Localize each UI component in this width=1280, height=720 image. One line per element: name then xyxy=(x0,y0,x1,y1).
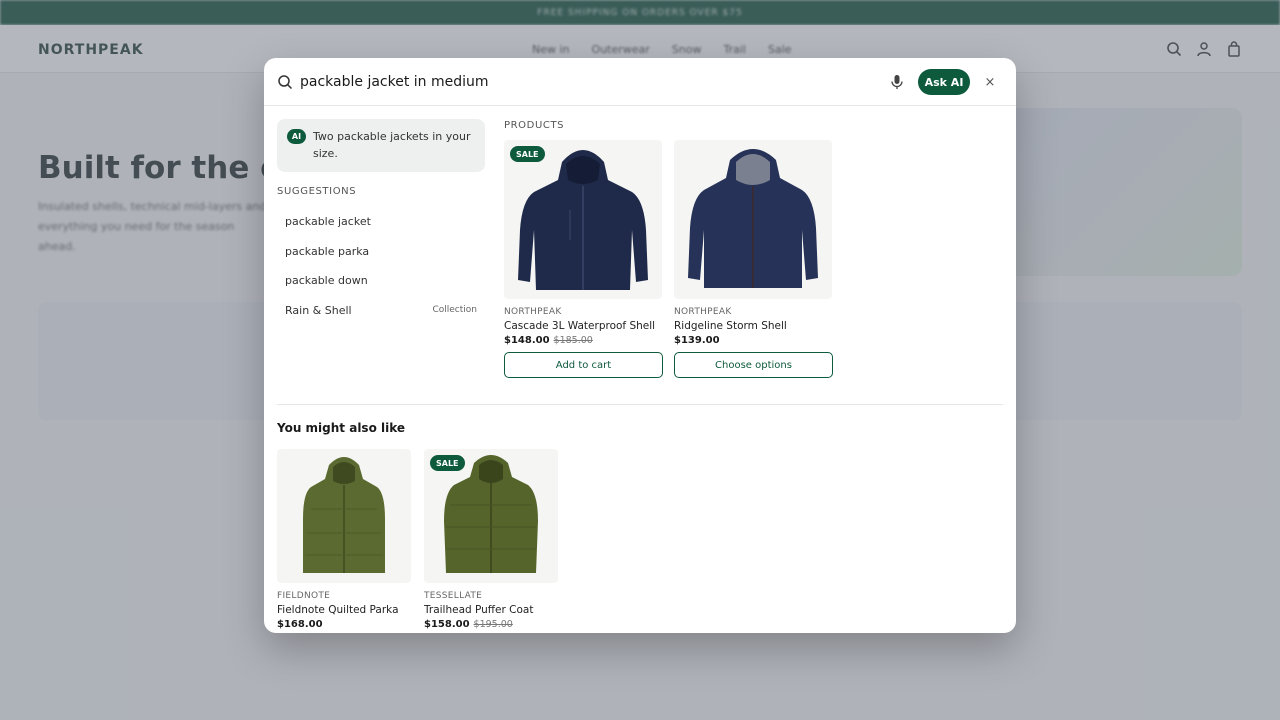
ai-answer-text: Two packable jackets in your size. xyxy=(313,130,471,160)
suggestion-item[interactable]: packable down xyxy=(277,267,485,293)
product-brand: NORTHPEAK xyxy=(674,307,732,317)
suggestion-item[interactable]: Rain & Shell Collection xyxy=(277,297,485,323)
product-brand: TESSELLATE xyxy=(424,591,483,601)
recommendation-card[interactable]: SALE TESSELLATE Trailhead Puffer Coat $1… xyxy=(424,449,560,630)
sale-badge: SALE xyxy=(510,146,545,162)
product-card[interactable]: SALE NORTHPEAK Cascade 3L Waterproof She… xyxy=(504,140,664,378)
product-price: $139.00 xyxy=(674,335,720,346)
product-price-row: $158.00 $195.00 xyxy=(424,619,560,630)
suggestion-item[interactable]: packable parka xyxy=(277,238,485,264)
search-icon xyxy=(278,75,293,90)
search-bar: Ask AI × xyxy=(264,58,1016,106)
parka-image xyxy=(303,457,385,573)
product-brand: FIELDNOTE xyxy=(277,591,331,601)
product-name[interactable]: Ridgeline Storm Shell xyxy=(674,320,834,332)
close-icon[interactable]: × xyxy=(982,74,998,90)
product-price: $148.00 xyxy=(504,335,550,346)
suggestions-heading: SUGGESTIONS xyxy=(277,186,357,197)
product-old-price: $185.00 xyxy=(553,335,593,346)
product-price-row: $168.00 xyxy=(277,619,413,630)
ai-answer: AI Two packable jackets in your size. xyxy=(277,119,485,172)
section-divider xyxy=(277,404,1003,405)
search-input[interactable] xyxy=(300,70,860,94)
products-heading: PRODUCTS xyxy=(504,120,565,131)
suggestion-label: Rain & Shell xyxy=(285,303,352,317)
product-image[interactable]: SALE xyxy=(424,449,558,583)
product-image[interactable]: SALE xyxy=(504,140,662,299)
suggestion-label: packable down xyxy=(285,273,368,287)
search-modal: Ask AI × AI Two packable jackets in your… xyxy=(264,58,1016,633)
suggestion-label: packable jacket xyxy=(285,214,371,228)
also-like-heading: You might also like xyxy=(277,421,406,435)
product-image[interactable] xyxy=(674,140,832,299)
product-name[interactable]: Cascade 3L Waterproof Shell xyxy=(504,320,664,332)
suggestion-tag: Collection xyxy=(432,305,477,315)
product-price-row: $148.00 $185.00 xyxy=(504,335,664,346)
product-price: $158.00 xyxy=(424,619,470,630)
microphone-icon[interactable] xyxy=(890,74,904,90)
ai-badge: AI xyxy=(287,129,306,144)
jacket-image xyxy=(688,149,818,288)
product-old-price: $195.00 xyxy=(473,619,513,630)
ask-ai-button[interactable]: Ask AI xyxy=(918,69,970,95)
recommendation-card[interactable]: FIELDNOTE Fieldnote Quilted Parka $168.0… xyxy=(277,449,413,630)
suggestion-label: packable parka xyxy=(285,244,370,258)
product-image[interactable] xyxy=(277,449,411,583)
product-name[interactable]: Fieldnote Quilted Parka xyxy=(277,604,413,616)
suggestion-item[interactable]: packable jacket xyxy=(277,208,485,234)
sale-badge: SALE xyxy=(430,455,465,471)
product-brand: NORTHPEAK xyxy=(504,307,562,317)
product-card[interactable]: NORTHPEAK Ridgeline Storm Shell $139.00 … xyxy=(674,140,834,378)
jacket-image xyxy=(518,150,648,290)
choose-options-button[interactable]: Choose options xyxy=(674,352,833,378)
product-name[interactable]: Trailhead Puffer Coat xyxy=(424,604,560,616)
product-price-row: $139.00 xyxy=(674,335,834,346)
add-to-cart-button[interactable]: Add to cart xyxy=(504,352,663,378)
product-price: $168.00 xyxy=(277,619,323,630)
